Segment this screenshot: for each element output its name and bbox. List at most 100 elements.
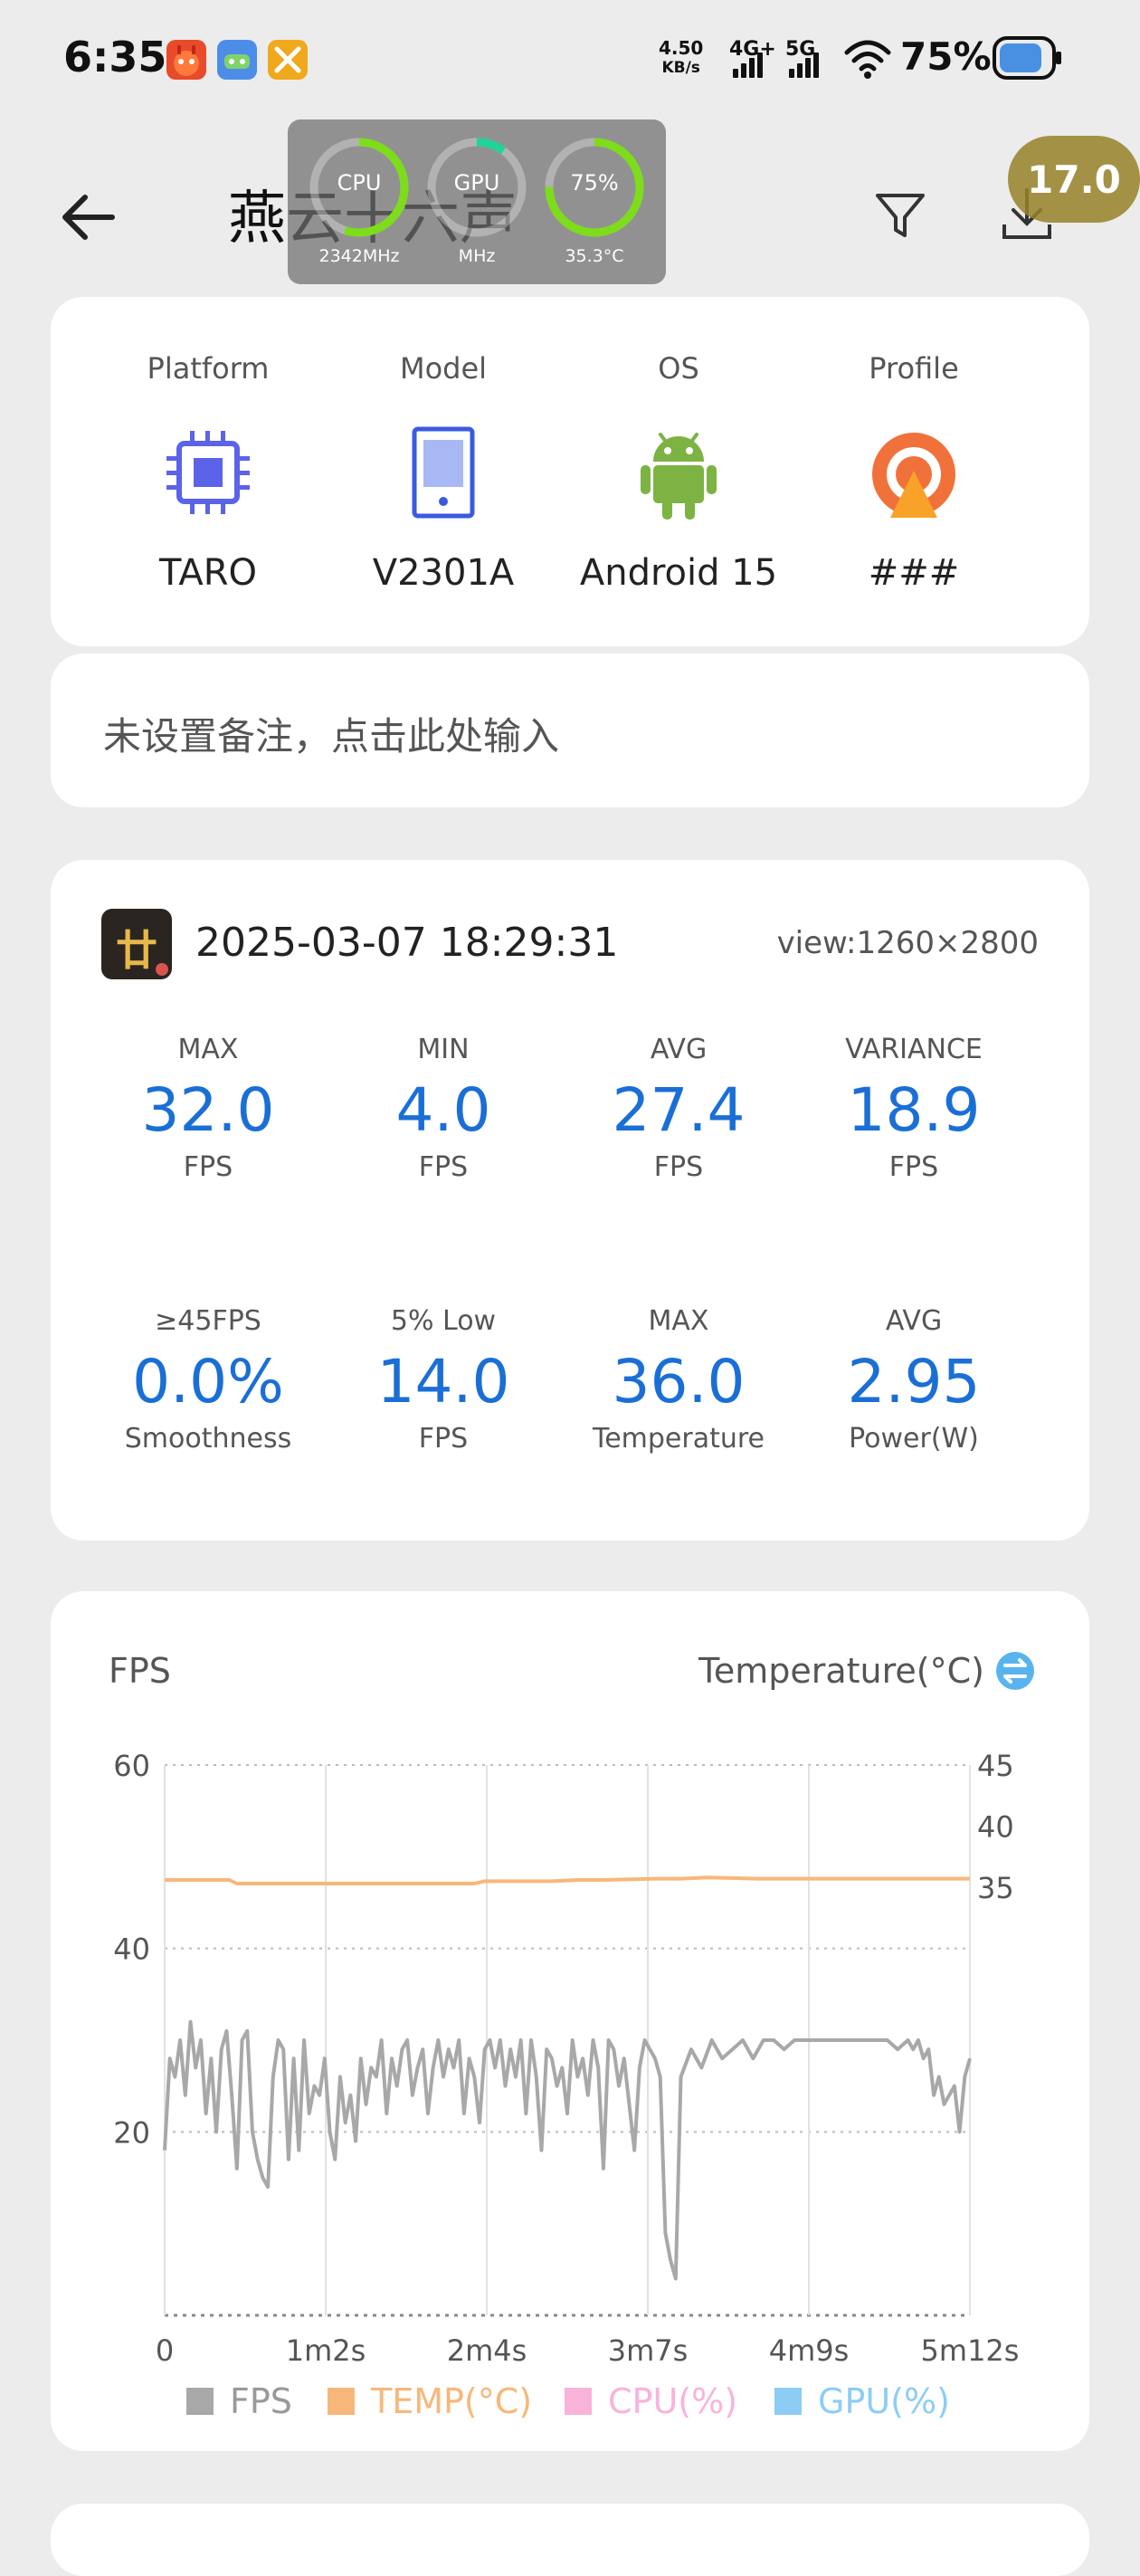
stat-label: AVG: [650, 1034, 708, 1065]
stat-max-temperature: MAX 36.0 Temperature: [561, 1305, 796, 1455]
y-left-tick-label: 20: [113, 2115, 150, 2150]
note-input[interactable]: 未设置备注，点击此处输入: [51, 654, 1089, 807]
y-right-tick-label: 40: [977, 1810, 1014, 1845]
chip-icon: [166, 431, 250, 514]
net-speed: 4.50 KB/s: [659, 38, 703, 78]
game-notification-icon: [217, 40, 257, 80]
y-left-tick-label: 40: [113, 1932, 150, 1967]
gpu-gauge: GPU MHz: [423, 134, 530, 279]
net-speed-unit: KB/s: [661, 59, 700, 77]
filter-button[interactable]: [869, 183, 932, 246]
stat-max-fps: MAX 32.0 FPS: [90, 1034, 326, 1183]
legend-label: FPS: [230, 2381, 292, 2421]
legend-label: TEMP(°C): [370, 2381, 532, 2421]
x-tick-label: 4m9s: [769, 2333, 850, 2368]
fps-chart-card: FPS Temperature(°C) 60 40 20 0 1m2s 2m4s 3m7s 4…: [51, 1591, 1089, 2451]
temperature-series-line: [165, 1875, 970, 1886]
platform-column: Platform TARO: [90, 297, 326, 646]
y-right-tick-label: 45: [977, 1749, 1014, 1783]
legend-swatch: [328, 2388, 355, 2415]
stat-unit: FPS: [418, 1151, 469, 1183]
status-bar: 6:35 4.50 KB/s 4G+ 5G 75%: [0, 0, 1140, 109]
profile-label: Profile: [869, 351, 959, 386]
android-icon: [641, 433, 717, 520]
session-datetime: 2025-03-07 18:29:31: [195, 920, 619, 966]
phone-icon: [412, 426, 475, 519]
stat-label: VARIANCE: [845, 1034, 983, 1065]
status-time: 6:35: [63, 33, 167, 81]
stat-unit: FPS: [653, 1151, 704, 1183]
legend-label: CPU(%): [608, 2381, 737, 2421]
fps-series-line: [163, 2019, 972, 2281]
stat-label: MIN: [417, 1034, 470, 1065]
os-value: Android 15: [579, 552, 778, 594]
device-info-card: Platform TARO Model V2301A OS Android 15…: [51, 297, 1089, 646]
stat-variance: VARIANCE 18.9 FPS: [796, 1034, 1031, 1183]
cpu-gauge: CPU 2342MHz: [306, 134, 413, 279]
filter-icon: [876, 194, 925, 237]
back-arrow-icon: [62, 195, 115, 240]
performance-overlay[interactable]: CPU 2342MHz GPU MHz 75% 35.3°C: [288, 119, 666, 284]
profile-value: ###: [868, 552, 960, 594]
tools-notification-icon: [268, 40, 308, 80]
stat-value: 18.9: [847, 1075, 981, 1145]
legend-swatch: [774, 2388, 802, 2415]
stat-label: ≥45FPS: [155, 1305, 261, 1337]
stat-unit: FPS: [888, 1151, 939, 1183]
stat-unit: FPS: [183, 1151, 233, 1183]
platform-value: TARO: [159, 552, 257, 594]
stat-unit: Smoothness: [124, 1423, 292, 1455]
app-notification-icon: [166, 40, 206, 80]
stat-avg-fps: AVG 27.4 FPS: [561, 1034, 796, 1183]
stat-value: 2.95: [847, 1347, 981, 1417]
fps-floating-badge[interactable]: 17.0: [1008, 136, 1140, 223]
view-resolution: view:1260×2800: [776, 925, 1039, 961]
battery-icon: [993, 36, 1061, 80]
battery-temperature: 35.3°C: [565, 246, 624, 266]
back-button[interactable]: [54, 181, 127, 253]
wifi-icon: [843, 36, 892, 83]
cpu-label: CPU: [337, 170, 382, 196]
stat-label: AVG: [885, 1305, 943, 1337]
x-tick-label: 2m4s: [447, 2333, 527, 2368]
y-right-tick-label: 35: [977, 1871, 1014, 1905]
sim2-signal-icon: [789, 45, 819, 78]
model-value: V2301A: [372, 552, 515, 594]
x-tick-label: 1m2s: [286, 2333, 366, 2368]
stat-unit: FPS: [418, 1423, 469, 1455]
stat-min-fps: MIN 4.0 FPS: [326, 1034, 561, 1183]
model-column: Model V2301A: [326, 297, 561, 646]
next-card: [51, 2504, 1089, 2576]
stat-5pct-low: 5% Low 14.0 FPS: [326, 1305, 561, 1455]
legend-swatch: [186, 2388, 214, 2415]
legend-swatch: [565, 2388, 592, 2415]
game-app-icon: 廿: [101, 909, 172, 979]
session-stats-card[interactable]: 廿 2025-03-07 18:29:31 view:1260×2800 MAX…: [51, 860, 1089, 1541]
stat-smoothness: ≥45FPS 0.0% Smoothness: [90, 1305, 326, 1455]
stat-value: 36.0: [612, 1347, 746, 1417]
profile-column: Profile ###: [796, 297, 1031, 646]
stat-unit: Temperature: [592, 1423, 765, 1455]
fps-temperature-chart: 60 40 20 0 1m2s 2m4s 3m7s 4m9s 5m12s 45 40 35 FPS TEM…: [113, 1749, 1019, 2421]
stat-value: 0.0%: [132, 1347, 284, 1417]
y-left-tick-label: 60: [113, 1749, 150, 1783]
battery-percent: 75%: [900, 34, 992, 79]
stat-value: 32.0: [141, 1075, 275, 1145]
stat-unit: Power(W): [849, 1423, 979, 1455]
x-tick-label: 0: [156, 2333, 174, 2368]
note-placeholder: 未设置备注，点击此处输入: [103, 714, 560, 758]
battery-gauge-label: 75%: [570, 170, 619, 196]
stat-value: 4.0: [395, 1075, 491, 1145]
stat-label: MAX: [177, 1034, 239, 1065]
model-label: Model: [399, 351, 488, 386]
stat-label: 5% Low: [390, 1305, 497, 1337]
platform-label: Platform: [147, 351, 270, 386]
profile-icon: [872, 433, 955, 518]
legend-label: GPU(%): [818, 2381, 950, 2421]
gpu-label: GPU: [453, 170, 500, 196]
cpu-frequency: 2342MHz: [318, 246, 400, 266]
net-speed-value: 4.50: [659, 37, 704, 59]
battery-gauge: 75% 35.3°C: [541, 134, 648, 279]
stat-avg-power: AVG 2.95 Power(W): [796, 1305, 1031, 1455]
stat-value: 14.0: [376, 1347, 510, 1417]
